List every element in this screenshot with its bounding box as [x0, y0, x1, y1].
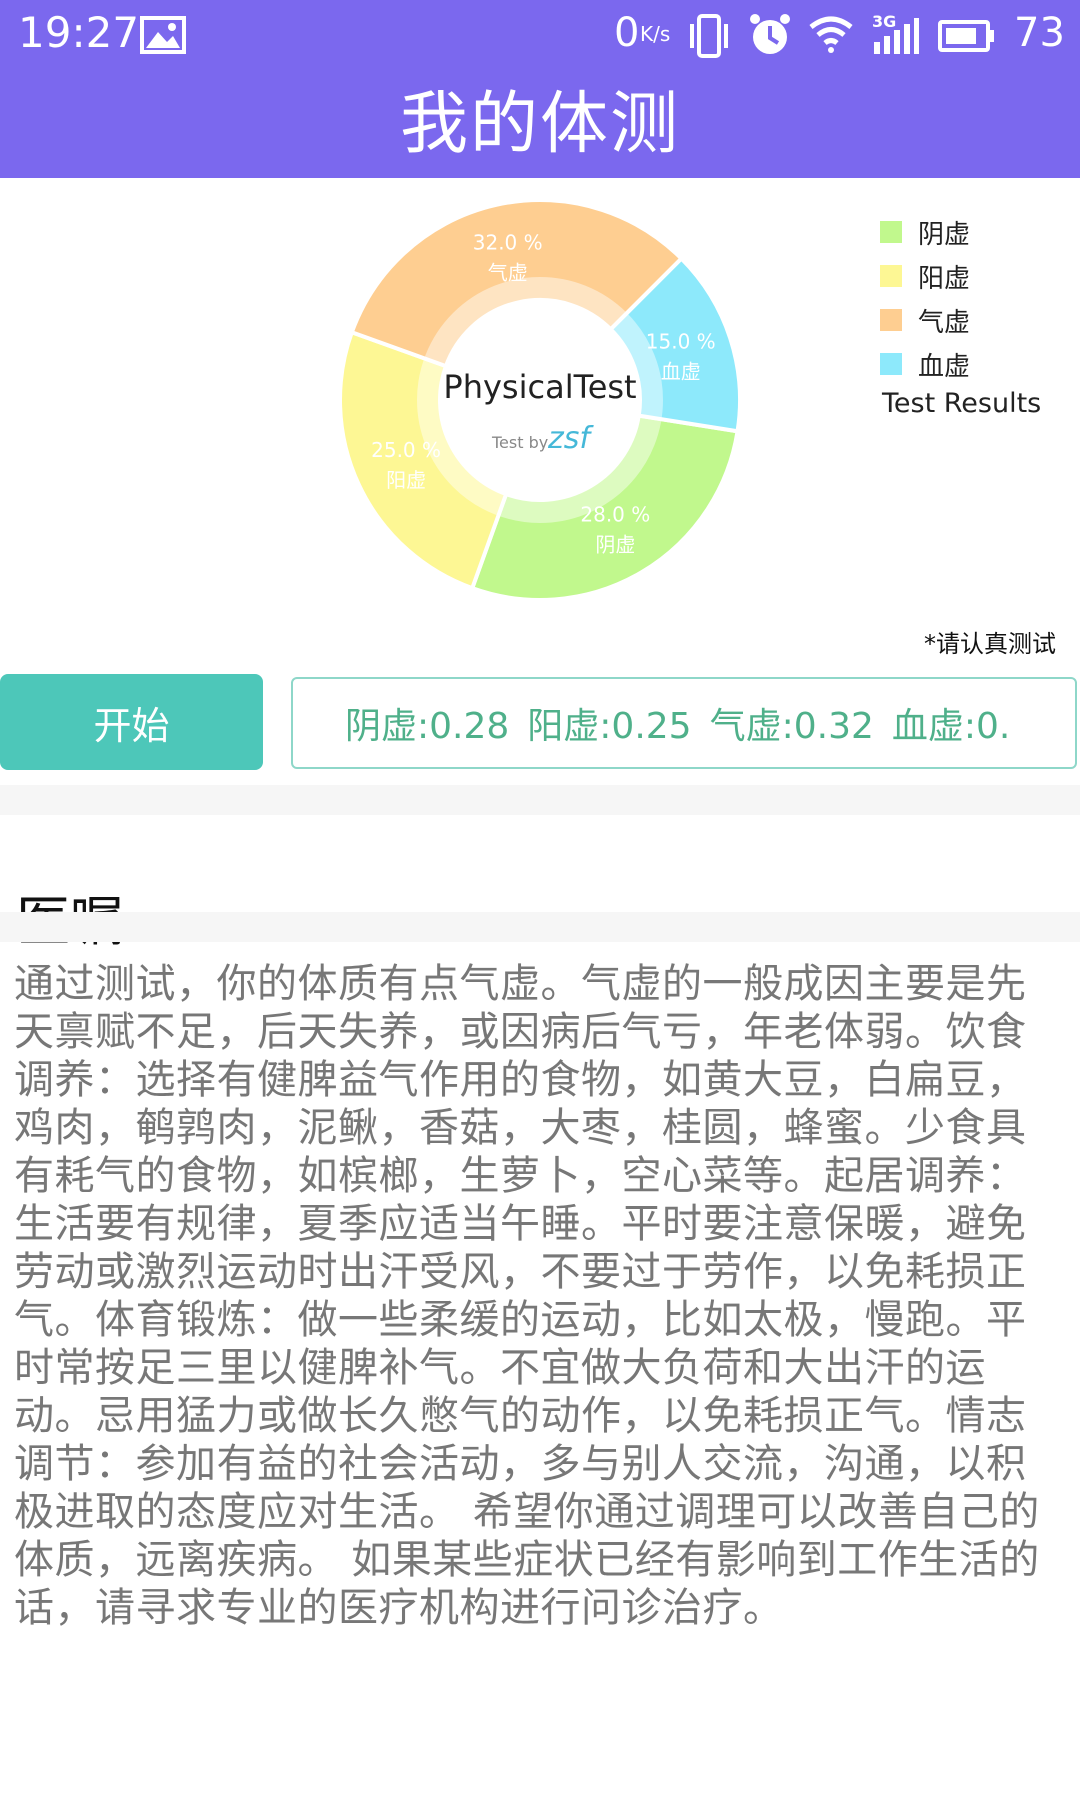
legend-swatch — [880, 265, 902, 287]
divider — [0, 912, 1080, 942]
app-bar: 我的体测 — [0, 72, 1080, 178]
legend-item-yin: 阴虚 — [880, 210, 1041, 254]
legend-swatch — [880, 353, 902, 375]
alarm-icon — [750, 14, 790, 54]
legend-item-qi: 气虚 — [880, 298, 1041, 342]
status-bar: 19:27 0 K/s 3G 73 — [0, 0, 1080, 72]
image-icon — [140, 16, 186, 54]
battery-icon — [938, 20, 994, 52]
legend-swatch — [880, 309, 902, 331]
chart-legend: 阴虚 阳虚 气虚 血虚 Test Results — [880, 210, 1041, 419]
page-title: 我的体测 — [399, 85, 680, 164]
slice-value-label: 32.0 % — [473, 231, 543, 255]
center-subtitle: Test by — [491, 433, 548, 452]
advice-text: 通过测试，你的体质有点气虚。气虚的一般成因主要是先天禀赋不足，后天失养，或因病后… — [14, 961, 1040, 1631]
slice-category-label: 阳虚 — [386, 468, 426, 492]
result-blood: 血虚:0. — [891, 706, 1011, 747]
status-time: 19:27 — [18, 8, 140, 57]
slice-category-label: 血虚 — [661, 359, 701, 383]
result-yin: 阴虚:0.28 — [345, 706, 510, 747]
legend-item-yang: 阳虚 — [880, 254, 1041, 298]
start-button[interactable]: 开始 — [0, 674, 263, 770]
net-speed-unit: K/s — [640, 22, 671, 46]
signal-icon — [874, 18, 919, 54]
donut-chart[interactable]: 28.0 %阴虚25.0 %阳虚32.0 %气虚15.0 %血虚Physical… — [0, 178, 860, 658]
battery-level: 73 — [1014, 10, 1065, 56]
legend-label: 阴虚 — [918, 219, 971, 250]
net-speed: 0 — [614, 10, 640, 56]
slice-category-label: 阴虚 — [595, 532, 635, 556]
center-author: zsf — [547, 421, 594, 456]
legend-label: 阳虚 — [918, 263, 971, 294]
legend-swatch — [880, 221, 902, 243]
slice-value-label: 15.0 % — [646, 329, 716, 353]
divider — [0, 785, 1080, 815]
chart-area: 28.0 % 阴虚 25.0 % 阳虚 32.0 % 气虚 15.0 % 血虚 Physical… — [0, 178, 1080, 658]
center-title: PhysicalTest — [443, 368, 636, 406]
result-qi: 气虚:0.32 — [709, 706, 874, 747]
legend-label: 气虚 — [918, 307, 971, 338]
legend-item-blood: 血虚 — [880, 342, 1041, 386]
result-yang: 阳虚:0.25 — [527, 706, 692, 747]
wifi-icon — [809, 16, 853, 53]
test-note: *请认真测试 — [924, 630, 1056, 658]
legend-title: Test Results — [882, 388, 1042, 419]
vibrate-icon — [690, 14, 728, 58]
legend-label: 血虚 — [918, 351, 971, 382]
results-box: 阴虚:0.28 阳虚:0.25 气虚:0.32 血虚:0. — [291, 677, 1077, 769]
